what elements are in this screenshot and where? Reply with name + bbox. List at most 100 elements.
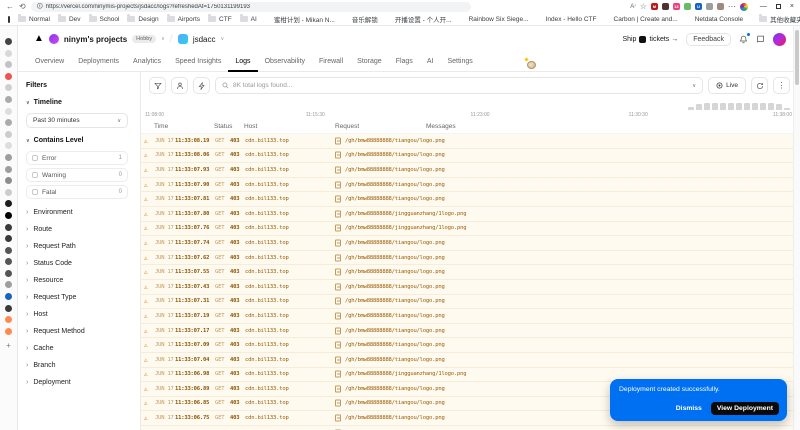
filter-section-collapsed[interactable]: › Deployment	[26, 379, 128, 386]
browser-tab-icon[interactable]	[5, 235, 12, 242]
level-checkbox[interactable]	[32, 172, 38, 178]
browser-tab-icon[interactable]	[5, 142, 12, 149]
extension-icon[interactable]	[684, 3, 691, 10]
feedback-button[interactable]: Feedback	[686, 33, 731, 46]
workspace-icon[interactable]	[8, 16, 10, 23]
browser-tab-icon[interactable]	[5, 96, 12, 103]
log-row[interactable]: ⚠ JUN 17 11:33:07.80 GET 403 cdn.bil133.…	[141, 207, 800, 222]
bookmark-folder[interactable]: CTF	[208, 16, 232, 23]
extension-icon[interactable]: M	[651, 3, 658, 10]
notifications-button[interactable]	[739, 35, 748, 44]
log-row[interactable]: ⚠ JUN 17 11:33:08.06 GET 403 cdn.bil133.…	[141, 149, 800, 164]
log-row[interactable]: ⚠ JUN 17 11:33:06.75 GET 403 cdn.bil133.…	[141, 426, 800, 430]
log-row[interactable]: ⚠ JUN 17 11:33:07.31 GET 403 cdn.bil133.…	[141, 295, 800, 310]
bookmark-folder[interactable]: AI	[240, 16, 257, 23]
level-filter-row[interactable]: Fatal 0	[26, 185, 128, 199]
project-tab[interactable]: Logs	[228, 52, 257, 72]
browser-tab-icon[interactable]	[5, 200, 12, 207]
scrollbar-thumb[interactable]	[795, 30, 799, 85]
project-tab[interactable]: Overview	[28, 52, 71, 72]
log-row[interactable]: ⚠ JUN 17 11:33:07.04 GET 403 cdn.bil133.…	[141, 353, 800, 368]
bookmark-item[interactable]: 蜜柑计划 - Mikan N...	[265, 14, 335, 24]
filter-section-collapsed[interactable]: › Request Type	[26, 294, 128, 301]
chevron-down-icon[interactable]: ∨	[692, 83, 696, 89]
level-checkbox[interactable]	[32, 155, 38, 161]
extension-icon[interactable]: 13	[673, 3, 680, 10]
filter-section-collapsed[interactable]: › Cache	[26, 345, 128, 352]
log-row[interactable]: ⚠ JUN 17 11:33:07.55 GET 403 cdn.bil133.…	[141, 265, 800, 280]
browser-tab-icon[interactable]	[5, 281, 12, 288]
project-name[interactable]: jsdacc	[193, 35, 216, 44]
log-row[interactable]: ⚠ JUN 17 11:33:07.90 GET 403 cdn.bil133.…	[141, 178, 800, 193]
log-row[interactable]: ⚠ JUN 17 11:33:08.19 GET 403 cdn.bil133.…	[141, 134, 800, 149]
bookmark-folder[interactable]: Normal	[18, 16, 50, 23]
bookmark-item[interactable]: Index - Hello CTF	[537, 16, 597, 23]
team-selector-icon[interactable]: ∨	[161, 36, 165, 42]
level-filter-row[interactable]: Warning 0	[26, 168, 128, 182]
new-tab-button[interactable]: +	[6, 341, 11, 350]
browser-tab-icon[interactable]	[5, 247, 12, 254]
timeline-section-toggle[interactable]: ∨ Timeline	[26, 99, 128, 106]
filter-section-collapsed[interactable]: › Environment	[26, 209, 128, 216]
filter-section-collapsed[interactable]: › Resource	[26, 277, 128, 284]
project-tab[interactable]: Observability	[258, 52, 312, 72]
extension-icon[interactable]: U	[695, 3, 702, 10]
project-tab[interactable]: Deployments	[71, 52, 126, 72]
ship-banner[interactable]: Ship tickets →	[622, 36, 678, 43]
docs-button[interactable]	[756, 35, 765, 44]
filter-button[interactable]	[149, 77, 166, 94]
more-options-button[interactable]: ⋮	[773, 77, 790, 94]
level-checkbox[interactable]	[32, 189, 38, 195]
browser-tab-icon[interactable]	[5, 73, 12, 80]
close-button[interactable]: ×	[790, 3, 794, 10]
maximize-button[interactable]	[776, 4, 781, 9]
browser-tab-icon[interactable]	[5, 189, 12, 196]
log-volume-histogram[interactable]	[141, 98, 800, 111]
filter-section-collapsed[interactable]: › Host	[26, 311, 128, 318]
refresh-icon[interactable]: ⟲	[19, 2, 26, 11]
log-row[interactable]: ⚠ JUN 17 11:33:07.43 GET 403 cdn.bil133.…	[141, 280, 800, 295]
contains-level-toggle[interactable]: ∨ Contains Level	[26, 137, 128, 144]
browser-tab-icon[interactable]	[5, 38, 12, 45]
extension-icon[interactable]	[706, 3, 713, 10]
project-tab[interactable]: AI	[420, 52, 441, 72]
other-bookmarks[interactable]: 其他收藏夹	[759, 14, 800, 24]
address-bar[interactable]: 🛈 https://vercel.com/ninymis-projects/js…	[31, 2, 471, 12]
bookmark-folder[interactable]: Design	[127, 16, 158, 23]
bookmark-item[interactable]: Rainbow Six Siege...	[460, 16, 529, 23]
browser-tab-icon[interactable]	[5, 119, 12, 126]
browser-tab-icon[interactable]	[5, 177, 12, 184]
view-deployment-button[interactable]: View Deployment	[711, 402, 779, 415]
extension-icon[interactable]	[717, 3, 724, 10]
browser-tab-icon[interactable]	[5, 50, 12, 57]
refresh-logs-button[interactable]	[751, 77, 768, 94]
browser-tab-icon[interactable]	[5, 224, 12, 231]
level-filter-row[interactable]: Error 1	[26, 151, 128, 165]
browser-tab-icon[interactable]	[5, 108, 12, 115]
filter-section-collapsed[interactable]: › Request Method	[26, 328, 128, 335]
log-row[interactable]: ⚠ JUN 17 11:33:07.19 GET 403 cdn.bil133.…	[141, 309, 800, 324]
project-tab[interactable]: Analytics	[126, 52, 168, 72]
log-row[interactable]: ⚠ JUN 17 11:33:07.62 GET 403 cdn.bil133.…	[141, 251, 800, 266]
browser-tab-icon[interactable]	[5, 305, 12, 312]
browser-tab-icon[interactable]	[5, 61, 12, 68]
project-tab[interactable]: Settings	[440, 52, 479, 72]
filter-section-collapsed[interactable]: › Status Code	[26, 260, 128, 267]
browser-tab-icon[interactable]	[5, 166, 12, 173]
bookmark-item[interactable]: Netdata Console	[686, 16, 743, 23]
team-name[interactable]: ninym's projects	[64, 35, 127, 44]
filter-section-collapsed[interactable]: › Route	[26, 226, 128, 233]
minimize-button[interactable]: —	[760, 3, 767, 10]
log-row[interactable]: ⚠ JUN 17 11:33:07.81 GET 403 cdn.bil133.…	[141, 192, 800, 207]
user-avatar[interactable]	[773, 33, 786, 46]
favorite-star-icon[interactable]: ☆	[640, 2, 647, 11]
filter-section-collapsed[interactable]: › Branch	[26, 362, 128, 369]
browser-tab-icon[interactable]	[5, 270, 12, 277]
more-extensions-icon[interactable]: ⋯	[728, 2, 736, 11]
bookmark-folder[interactable]: Airports	[167, 16, 200, 23]
requests-button[interactable]	[171, 77, 188, 94]
browser-tab-icon[interactable]	[5, 131, 12, 138]
page-scrollbar[interactable]	[793, 26, 800, 430]
project-tab[interactable]: Speed Insights	[168, 52, 228, 72]
bookmark-item[interactable]: 开播设置 - 个人开...	[386, 14, 452, 24]
